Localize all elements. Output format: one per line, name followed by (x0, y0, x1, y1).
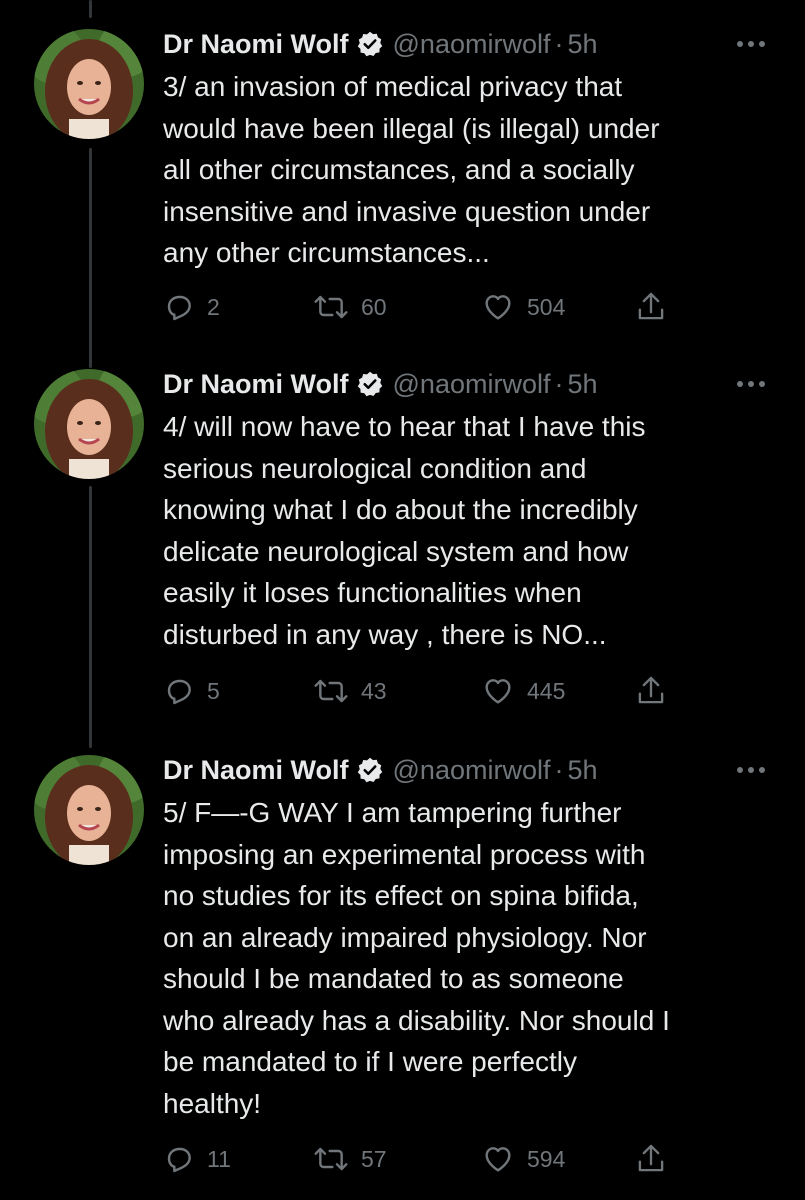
reply-button[interactable]: 2 (163, 287, 220, 327)
like-button[interactable]: 504 (481, 287, 565, 327)
avatar[interactable] (34, 755, 144, 865)
share-icon (638, 292, 664, 320)
reply-icon (167, 295, 191, 321)
action-bar: 11 57 594 (163, 1139, 683, 1179)
tweet-time[interactable]: 5h (567, 29, 597, 60)
separator-dot: · (554, 754, 564, 785)
tweet-header: Dr Naomi Wolf @naomirwolf · 5h (163, 750, 598, 790)
retweet-icon (314, 679, 348, 703)
share-button[interactable] (635, 671, 667, 711)
author-name[interactable]: Dr Naomi Wolf (163, 755, 349, 786)
action-bar: 2 60 504 (163, 287, 683, 327)
verified-badge-icon (357, 371, 382, 397)
retweet-button[interactable]: 60 (313, 287, 387, 327)
retweet-count: 60 (361, 293, 387, 320)
like-count: 504 (527, 293, 566, 320)
tweet-text: 4/ will now have to hear that I have thi… (163, 411, 646, 650)
like-button[interactable]: 594 (481, 1139, 565, 1179)
share-button[interactable] (635, 1139, 667, 1179)
more-options-icon[interactable] (734, 760, 768, 780)
reply-button[interactable]: 5 (163, 671, 220, 711)
heart-icon (485, 1147, 511, 1172)
tweet-text: 3/ an invasion of medical privacy that w… (163, 71, 660, 268)
like-count: 594 (527, 1145, 566, 1172)
thread-line-top (89, 0, 92, 18)
verified-badge-icon (357, 31, 382, 57)
tweet-time[interactable]: 5h (567, 369, 597, 400)
author-name[interactable]: Dr Naomi Wolf (163, 369, 349, 400)
action-bar: 5 43 445 (163, 671, 683, 711)
separator-dot: · (554, 28, 564, 59)
retweet-icon (314, 295, 348, 319)
more-options-icon[interactable] (734, 374, 768, 394)
reply-icon (167, 1147, 191, 1173)
author-handle[interactable]: @naomirwolf (393, 29, 551, 60)
reply-count: 5 (207, 677, 220, 704)
retweet-button[interactable]: 43 (313, 671, 387, 711)
share-button[interactable] (635, 287, 667, 327)
heart-icon (485, 679, 511, 704)
author-name[interactable]: Dr Naomi Wolf (163, 29, 349, 60)
reply-count: 11 (207, 1145, 231, 1172)
heart-icon (485, 295, 511, 320)
thread-line-1 (89, 148, 92, 368)
avatar[interactable] (34, 369, 144, 479)
author-handle[interactable]: @naomirwolf (393, 369, 551, 400)
share-icon (638, 676, 664, 704)
tweet-text: 5/ F—-G WAY I am tampering further impos… (163, 797, 670, 1119)
retweet-button[interactable]: 57 (313, 1139, 387, 1179)
reply-icon (167, 679, 191, 705)
retweet-icon (314, 1147, 348, 1171)
avatar[interactable] (34, 29, 144, 139)
like-button[interactable]: 445 (481, 671, 565, 711)
author-handle[interactable]: @naomirwolf (393, 755, 551, 786)
verified-badge-icon (357, 757, 382, 783)
more-options-icon[interactable] (734, 34, 768, 54)
retweet-count: 57 (361, 1145, 387, 1172)
tweet-header: Dr Naomi Wolf @naomirwolf · 5h (163, 364, 598, 404)
thread-line-2 (89, 486, 92, 748)
share-icon (638, 1144, 664, 1172)
reply-button[interactable]: 11 (163, 1139, 231, 1179)
tweet-header: Dr Naomi Wolf @naomirwolf · 5h (163, 24, 598, 64)
retweet-count: 43 (361, 677, 387, 704)
like-count: 445 (527, 677, 566, 704)
separator-dot: · (554, 368, 564, 399)
reply-count: 2 (207, 293, 220, 320)
tweet-time[interactable]: 5h (567, 755, 597, 786)
